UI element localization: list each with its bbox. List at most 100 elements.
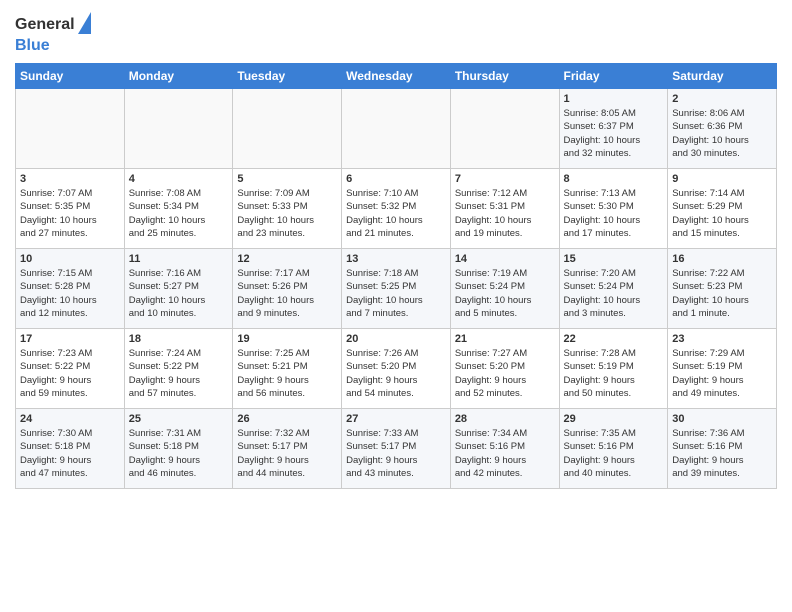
logo-area: General Blue: [15, 10, 91, 55]
day-number: 19: [237, 333, 337, 345]
day-info: Sunrise: 7:09 AM Sunset: 5:33 PM Dayligh…: [237, 187, 337, 240]
day-cell: 8 Sunrise: 7:13 AM Sunset: 5:30 PM Daylig…: [559, 169, 668, 249]
day-info: Sunrise: 8:05 AM Sunset: 6:37 PM Dayligh…: [564, 107, 664, 160]
day-number: 29: [564, 413, 664, 425]
header-wednesday: Wednesday: [342, 64, 451, 89]
day-info: Sunrise: 7:31 AM Sunset: 5:18 PM Dayligh…: [129, 427, 229, 480]
day-cell: 23Sunrise: 7:29 AM Sunset: 5:19 PM Dayli…: [668, 329, 777, 409]
day-cell: [124, 89, 233, 169]
day-number: 30: [672, 413, 772, 425]
day-number: 2: [672, 93, 772, 105]
day-info: Sunrise: 7:10 AM Sunset: 5:32 PM Dayligh…: [346, 187, 446, 240]
day-cell: [233, 89, 342, 169]
day-cell: 14 Sunrise: 7:19 AM Sunset: 5:24 PM Dayli…: [450, 249, 559, 329]
header-sunday: Sunday: [16, 64, 125, 89]
day-info: Sunrise: 7:32 AM Sunset: 5:17 PM Dayligh…: [237, 427, 337, 480]
day-cell: 2 Sunrise: 8:06 AM Sunset: 6:36 PM Daylig…: [668, 89, 777, 169]
day-number: 26: [237, 413, 337, 425]
day-cell: 26 Sunrise: 7:32 AM Sunset: 5:17 PM Dayli…: [233, 409, 342, 489]
day-cell: 30Sunrise: 7:36 AM Sunset: 5:16 PM Dayli…: [668, 409, 777, 489]
day-info: Sunrise: 7:12 AM Sunset: 5:31 PM Dayligh…: [455, 187, 555, 240]
day-number: 13: [346, 253, 446, 265]
day-number: 6: [346, 173, 446, 185]
header: General Blue: [15, 10, 777, 55]
day-cell: 25 Sunrise: 7:31 AM Sunset: 5:18 PM Dayli…: [124, 409, 233, 489]
header-row: Sunday Monday Tuesday Wednesday Thursday…: [16, 64, 777, 89]
week-row-4: 17 Sunrise: 7:23 AM Sunset: 5:22 PM Dayli…: [16, 329, 777, 409]
day-number: 5: [237, 173, 337, 185]
day-number: 1: [564, 93, 664, 105]
day-cell: 22Sunrise: 7:28 AM Sunset: 5:19 PM Dayli…: [559, 329, 668, 409]
day-info: Sunrise: 7:14 AM Sunset: 5:29 PM Dayligh…: [672, 187, 772, 240]
day-number: 4: [129, 173, 229, 185]
day-cell: 19 Sunrise: 7:25 AM Sunset: 5:21 PM Dayli…: [233, 329, 342, 409]
week-row-2: 3 Sunrise: 7:07 AM Sunset: 5:35 PM Daylig…: [16, 169, 777, 249]
day-info: Sunrise: 7:15 AM Sunset: 5:28 PM Dayligh…: [20, 267, 120, 320]
week-row-5: 24Sunrise: 7:30 AM Sunset: 5:18 PM Dayli…: [16, 409, 777, 489]
day-cell: 16 Sunrise: 7:22 AM Sunset: 5:23 PM Dayli…: [668, 249, 777, 329]
day-number: 14: [455, 253, 555, 265]
day-cell: 12Sunrise: 7:17 AM Sunset: 5:26 PM Dayli…: [233, 249, 342, 329]
day-number: 16: [672, 253, 772, 265]
day-info: Sunrise: 7:29 AM Sunset: 5:19 PM Dayligh…: [672, 347, 772, 400]
day-number: 8: [564, 173, 664, 185]
day-number: 18: [129, 333, 229, 345]
header-saturday: Saturday: [668, 64, 777, 89]
calendar-header: Sunday Monday Tuesday Wednesday Thursday…: [16, 64, 777, 89]
logo-text-general: General: [15, 15, 75, 34]
day-cell: [16, 89, 125, 169]
day-cell: [342, 89, 451, 169]
day-cell: 13 Sunrise: 7:18 AM Sunset: 5:25 PM Dayli…: [342, 249, 451, 329]
week-row-3: 10Sunrise: 7:15 AM Sunset: 5:28 PM Dayli…: [16, 249, 777, 329]
day-number: 20: [346, 333, 446, 345]
day-info: Sunrise: 7:08 AM Sunset: 5:34 PM Dayligh…: [129, 187, 229, 240]
day-info: Sunrise: 7:22 AM Sunset: 5:23 PM Dayligh…: [672, 267, 772, 320]
day-info: Sunrise: 7:16 AM Sunset: 5:27 PM Dayligh…: [129, 267, 229, 320]
calendar-table: Sunday Monday Tuesday Wednesday Thursday…: [15, 63, 777, 489]
day-cell: 21Sunrise: 7:27 AM Sunset: 5:20 PM Dayli…: [450, 329, 559, 409]
day-cell: 18Sunrise: 7:24 AM Sunset: 5:22 PM Dayli…: [124, 329, 233, 409]
day-cell: 4 Sunrise: 7:08 AM Sunset: 5:34 PM Daylig…: [124, 169, 233, 249]
calendar-body: 1 Sunrise: 8:05 AM Sunset: 6:37 PM Daylig…: [16, 89, 777, 489]
day-info: Sunrise: 7:34 AM Sunset: 5:16 PM Dayligh…: [455, 427, 555, 480]
day-number: 21: [455, 333, 555, 345]
day-cell: 28 Sunrise: 7:34 AM Sunset: 5:16 PM Dayli…: [450, 409, 559, 489]
header-friday: Friday: [559, 64, 668, 89]
day-info: Sunrise: 7:25 AM Sunset: 5:21 PM Dayligh…: [237, 347, 337, 400]
day-number: 15: [564, 253, 664, 265]
day-info: Sunrise: 7:18 AM Sunset: 5:25 PM Dayligh…: [346, 267, 446, 320]
header-thursday: Thursday: [450, 64, 559, 89]
day-number: 25: [129, 413, 229, 425]
day-cell: 20Sunrise: 7:26 AM Sunset: 5:20 PM Dayli…: [342, 329, 451, 409]
day-cell: 24Sunrise: 7:30 AM Sunset: 5:18 PM Dayli…: [16, 409, 125, 489]
day-number: 27: [346, 413, 446, 425]
day-cell: 29 Sunrise: 7:35 AM Sunset: 5:16 PM Dayli…: [559, 409, 668, 489]
day-number: 9: [672, 173, 772, 185]
day-number: 28: [455, 413, 555, 425]
day-number: 12: [237, 253, 337, 265]
logo: General Blue: [15, 14, 91, 55]
day-cell: [450, 89, 559, 169]
logo-triangle-icon: [78, 12, 91, 34]
day-number: 3: [20, 173, 120, 185]
day-info: Sunrise: 8:06 AM Sunset: 6:36 PM Dayligh…: [672, 107, 772, 160]
day-cell: 1 Sunrise: 8:05 AM Sunset: 6:37 PM Daylig…: [559, 89, 668, 169]
day-info: Sunrise: 7:35 AM Sunset: 5:16 PM Dayligh…: [564, 427, 664, 480]
day-info: Sunrise: 7:07 AM Sunset: 5:35 PM Dayligh…: [20, 187, 120, 240]
day-cell: 7 Sunrise: 7:12 AM Sunset: 5:31 PM Daylig…: [450, 169, 559, 249]
day-info: Sunrise: 7:23 AM Sunset: 5:22 PM Dayligh…: [20, 347, 120, 400]
day-number: 7: [455, 173, 555, 185]
day-cell: 5 Sunrise: 7:09 AM Sunset: 5:33 PM Daylig…: [233, 169, 342, 249]
day-info: Sunrise: 7:28 AM Sunset: 5:19 PM Dayligh…: [564, 347, 664, 400]
day-info: Sunrise: 7:13 AM Sunset: 5:30 PM Dayligh…: [564, 187, 664, 240]
header-tuesday: Tuesday: [233, 64, 342, 89]
day-cell: 17 Sunrise: 7:23 AM Sunset: 5:22 PM Dayli…: [16, 329, 125, 409]
day-number: 24: [20, 413, 120, 425]
week-row-1: 1 Sunrise: 8:05 AM Sunset: 6:37 PM Daylig…: [16, 89, 777, 169]
page: General Blue Sunday Monday Tuesday Wedne…: [0, 0, 792, 504]
day-info: Sunrise: 7:19 AM Sunset: 5:24 PM Dayligh…: [455, 267, 555, 320]
day-number: 17: [20, 333, 120, 345]
day-cell: 3 Sunrise: 7:07 AM Sunset: 5:35 PM Daylig…: [16, 169, 125, 249]
day-info: Sunrise: 7:20 AM Sunset: 5:24 PM Dayligh…: [564, 267, 664, 320]
day-cell: 9 Sunrise: 7:14 AM Sunset: 5:29 PM Daylig…: [668, 169, 777, 249]
